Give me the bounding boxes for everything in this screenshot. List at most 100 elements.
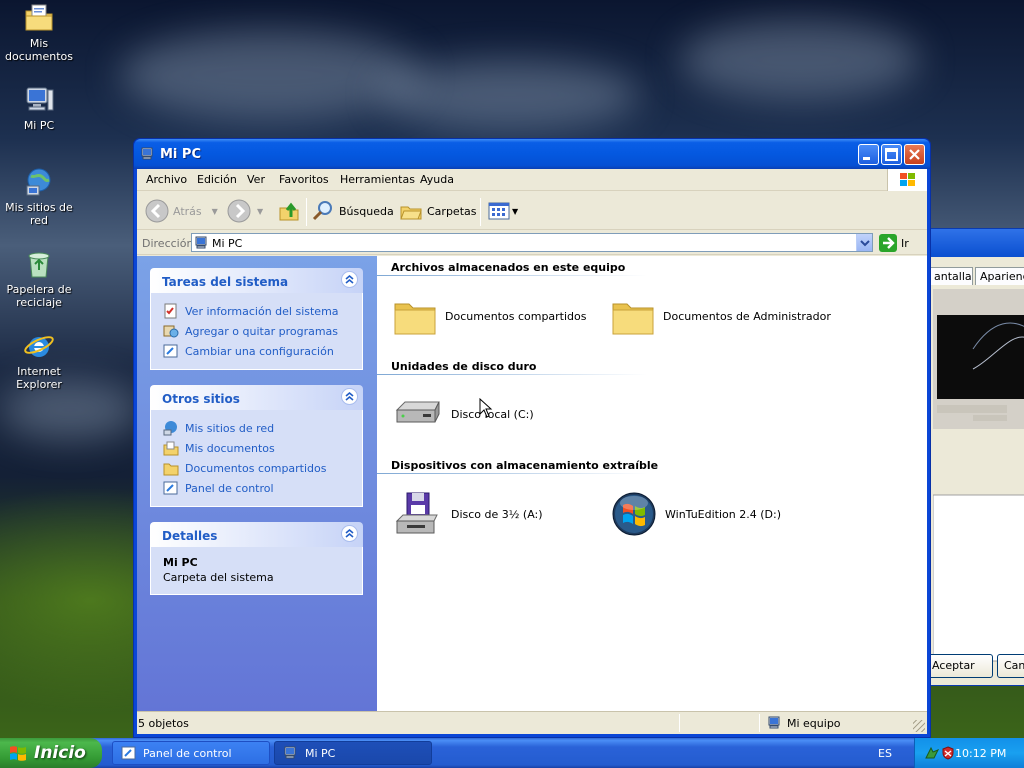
status-bar: 5 objetos Mi equipo <box>137 711 927 734</box>
item-floppy-a[interactable]: Disco de 3½ (A:) <box>393 491 543 537</box>
group-header-hard-drives: Unidades de disco duro <box>391 360 537 373</box>
panel-title: Tareas del sistema <box>162 275 289 289</box>
item-local-disk-c[interactable]: Disco local (C:) <box>393 394 534 434</box>
link-system-info[interactable]: Ver información del sistema <box>163 301 362 321</box>
close-button[interactable] <box>904 144 925 165</box>
mouse-cursor-icon <box>479 398 493 418</box>
content-pane: Archivos almacenados en este equipo Docu… <box>377 256 927 711</box>
panel-header[interactable]: Tareas del sistema <box>150 268 363 293</box>
link-control-panel[interactable]: Panel de control <box>163 478 362 498</box>
task-pane: Tareas del sistema Ver información del s… <box>137 256 377 711</box>
group-divider <box>377 275 647 276</box>
back-arrow-icon <box>145 199 169 223</box>
details-type: Carpeta del sistema <box>163 571 274 584</box>
system-tray: 10:12 PM <box>914 738 1024 768</box>
panel-details: Detalles Mi PC Carpeta del sistema <box>150 522 363 595</box>
panel-body: Mis sitios de red Mis documentos Documen… <box>150 410 363 507</box>
window-title: Mi PC <box>160 147 201 162</box>
go-arrow-icon <box>879 234 897 252</box>
taskbar: Inicio Panel de control Mi PC ES 10:12 P… <box>0 738 1024 768</box>
ok-button[interactable]: Aceptar <box>925 654 993 678</box>
windows-flag-icon <box>887 169 927 191</box>
address-label: Dirección <box>142 237 194 250</box>
item-shared-documents[interactable]: Documentos compartidos <box>393 296 587 336</box>
search-label: Búsqueda <box>339 204 394 218</box>
maximize-button[interactable] <box>881 144 902 165</box>
my-computer-icon <box>26 87 54 111</box>
folder-icon <box>612 303 654 335</box>
views-icon <box>488 202 510 220</box>
collapse-icon[interactable] <box>341 271 358 288</box>
menu-ver[interactable]: Ver <box>247 173 265 186</box>
windows-orb-icon <box>612 492 656 536</box>
my-computer-icon <box>195 236 207 249</box>
control-panel-icon <box>163 344 178 358</box>
link-change-setting[interactable]: Cambiar una configuración <box>163 341 362 361</box>
panel-header[interactable]: Otros sitios <box>150 385 363 410</box>
desktop-icon-my-documents[interactable]: Mis documentos <box>2 2 76 63</box>
menu-favoritos[interactable]: Favoritos <box>279 173 329 186</box>
desktop-icon-internet-explorer[interactable]: Internet Explorer <box>2 330 76 391</box>
forward-button[interactable]: ▼ <box>227 199 263 223</box>
item-admin-documents[interactable]: Documentos de Administrador <box>611 296 831 336</box>
desktop-icon-label: Mis documentos <box>5 37 73 63</box>
background-dialog-titlebar[interactable] <box>929 229 1024 257</box>
panel-header[interactable]: Detalles <box>150 522 363 547</box>
folder-up-icon <box>279 202 299 221</box>
start-button[interactable]: Inicio <box>0 738 102 768</box>
link-my-documents[interactable]: Mis documentos <box>163 438 362 458</box>
add-remove-programs-icon <box>163 325 179 338</box>
my-computer-icon <box>768 716 780 729</box>
resize-grip-icon[interactable] <box>913 720 925 732</box>
menu-edicion[interactable]: Edición <box>197 173 237 186</box>
address-input[interactable]: Mi PC <box>191 233 873 252</box>
tab-appearance[interactable]: Aparienci <box>975 267 1024 285</box>
folder-icon <box>394 303 436 335</box>
folders-label: Carpetas <box>427 204 477 218</box>
collapse-icon[interactable] <box>341 388 358 405</box>
folders-button[interactable]: Carpetas <box>399 199 476 223</box>
desktop-icon-my-computer[interactable]: Mi PC <box>2 84 76 132</box>
chevron-down-icon <box>860 240 870 247</box>
link-network-places[interactable]: Mis sitios de red <box>163 418 362 438</box>
menu-herramientas[interactable]: Herramientas <box>340 173 415 186</box>
panel-title: Detalles <box>162 529 218 543</box>
minimize-button[interactable] <box>858 144 879 165</box>
go-button[interactable]: Ir <box>879 234 909 252</box>
link-add-remove-programs[interactable]: Agregar o quitar programas <box>163 321 362 341</box>
clock[interactable]: 10:12 PM <box>955 747 1006 760</box>
my-documents-icon <box>163 441 179 456</box>
security-shield-icon[interactable] <box>941 746 955 760</box>
network-tray-icon[interactable] <box>925 746 939 760</box>
back-button[interactable]: Atrás ▼ <box>145 199 218 223</box>
up-button[interactable] <box>277 199 301 223</box>
windows-flag-icon <box>10 746 26 761</box>
my-computer-icon <box>284 746 296 759</box>
menu-bar: Archivo Edición Ver Favoritos Herramient… <box>137 169 927 191</box>
network-places-icon <box>26 168 51 196</box>
chevron-down-icon: ▼ <box>211 206 218 216</box>
link-shared-documents[interactable]: Documentos compartidos <box>163 458 362 478</box>
menu-archivo[interactable]: Archivo <box>146 173 187 186</box>
address-dropdown-button[interactable] <box>856 234 872 251</box>
background-dialog: antalla Aparienci Aceptar Can <box>925 228 1024 686</box>
desktop-icon-recycle-bin[interactable]: Papelera de reciclaje <box>2 248 76 309</box>
tab-screen[interactable]: antalla <box>929 267 973 285</box>
panel-system-tasks: Tareas del sistema Ver información del s… <box>150 268 363 370</box>
search-button[interactable]: Búsqueda <box>311 199 394 223</box>
panel-body: Ver información del sistema Agregar o qu… <box>150 293 363 370</box>
item-cd-drive-d[interactable]: WinTuEdition 2.4 (D:) <box>611 491 781 537</box>
cancel-button[interactable]: Can <box>997 654 1024 678</box>
status-divider <box>759 714 760 732</box>
language-indicator[interactable]: ES <box>878 747 892 760</box>
task-my-computer[interactable]: Mi PC <box>274 741 432 765</box>
desktop-icon-network-places[interactable]: Mis sitios de red <box>2 166 76 227</box>
title-bar[interactable]: Mi PC <box>134 139 930 169</box>
chevron-down-icon: ▼ <box>257 206 264 216</box>
menu-ayuda[interactable]: Ayuda <box>420 173 454 186</box>
collapse-icon[interactable] <box>341 525 358 542</box>
panel-title: Otros sitios <box>162 392 240 406</box>
search-icon <box>312 201 332 221</box>
task-control-panel[interactable]: Panel de control <box>112 741 270 765</box>
views-button[interactable]: ▼ <box>487 199 518 223</box>
